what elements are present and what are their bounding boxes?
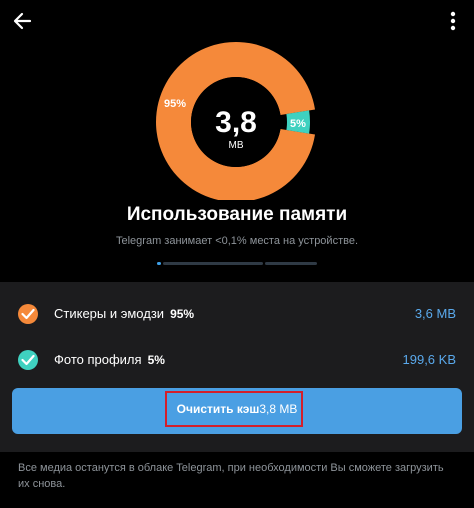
item-percent: 5%: [147, 353, 165, 367]
slice-label-profile-photos: 5%: [290, 118, 306, 130]
clear-cache-label: Очистить кэш3,8 MB: [12, 402, 462, 416]
profile-photos-checkbox[interactable]: [18, 350, 38, 370]
storage-subtitle: Telegram занимает <0,1% места на устройс…: [116, 235, 358, 247]
clear-cache-size: 3,8 MB: [259, 402, 298, 416]
item-label: Фото профиля 5%: [54, 352, 165, 367]
slice-label-stickers: 95%: [164, 98, 186, 110]
indicator-segment: [163, 262, 263, 265]
stickers-checkbox[interactable]: [18, 304, 38, 324]
top-bar: [0, 0, 474, 40]
more-button[interactable]: [448, 8, 458, 34]
clear-cache-text: Очистить кэш: [176, 402, 260, 416]
item-size: 199,6 KB: [402, 352, 457, 367]
center-value: 3,8: [215, 106, 257, 139]
item-percent: 95%: [170, 307, 195, 321]
item-label: Стикеры и эмодзи 95%: [54, 306, 194, 321]
indicator-segment: [265, 262, 317, 265]
item-name: Фото профиля: [54, 352, 142, 367]
center-unit: MB: [229, 140, 244, 151]
check-icon: [21, 308, 35, 320]
list-item-profile-photos[interactable]: Фото профиля 5% 199,6 KB: [0, 338, 474, 384]
more-vertical-icon: [450, 11, 456, 31]
clear-cache-button[interactable]: Очистить кэш3,8 MB: [12, 388, 462, 434]
storage-donut-chart: 3,8 MB 95% 5%: [156, 42, 316, 200]
period-indicator: [157, 262, 317, 265]
item-size: 3,6 MB: [414, 306, 456, 321]
list-item-stickers[interactable]: Стикеры и эмодзи 95% 3,6 MB: [0, 292, 474, 338]
indicator-active: [157, 262, 161, 265]
footer-note: Все медиа останутся в облаке Telegram, п…: [18, 462, 444, 490]
item-name: Стикеры и эмодзи: [54, 306, 165, 321]
back-button[interactable]: [10, 8, 36, 34]
check-icon: [21, 354, 35, 366]
storage-chart: 3,8 MB 95% 5%: [0, 40, 474, 200]
page-title: Использование памяти: [126, 204, 348, 225]
arrow-left-icon: [13, 12, 32, 30]
